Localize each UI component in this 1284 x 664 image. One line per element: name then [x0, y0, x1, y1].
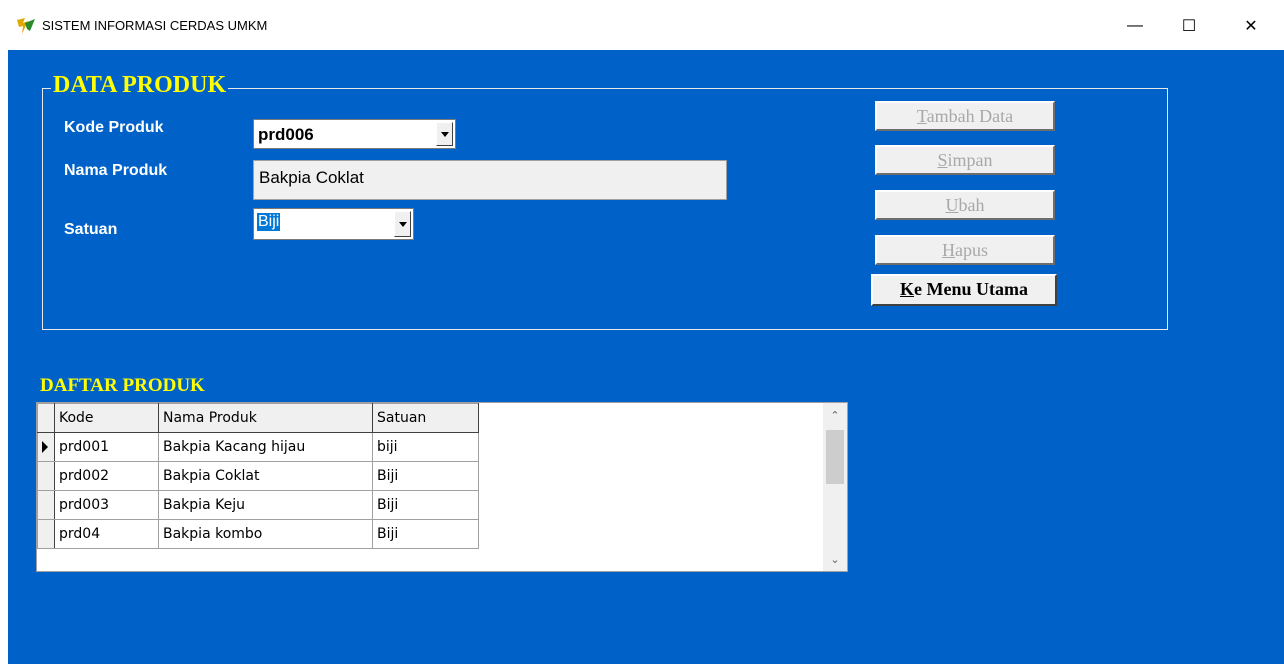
column-header-nama[interactable]: Nama Produk — [158, 403, 373, 433]
cell-satuan[interactable]: Biji — [372, 519, 479, 549]
hapus-label: apus — [955, 240, 988, 260]
simpan-button[interactable]: Simpan — [875, 145, 1055, 175]
produk-grid[interactable]: Kode Nama Produk Satuan prd001 Bakpia Ka… — [36, 402, 848, 572]
satuan-label: Satuan — [64, 221, 118, 238]
nama-produk-value: Bakpia Coklat — [259, 168, 364, 187]
row-indicator[interactable] — [37, 519, 55, 549]
scroll-thumb[interactable] — [826, 430, 844, 484]
kode-dropdown-button[interactable] — [436, 122, 453, 146]
group-title: DATA PRODUK — [51, 71, 229, 99]
maximize-button[interactable]: ☐ — [1166, 12, 1212, 40]
daftar-produk-title: DAFTAR PRODUK — [40, 375, 205, 396]
current-row-pointer-icon — [42, 441, 48, 453]
row-indicator-header — [37, 403, 55, 433]
produk-table: Kode Nama Produk Satuan prd001 Bakpia Ka… — [37, 403, 479, 549]
column-header-kode[interactable]: Kode — [54, 403, 159, 433]
ubah-label: bah — [958, 195, 985, 215]
table-row[interactable]: prd001 Bakpia Kacang hijau biji — [37, 432, 479, 462]
satuan-dropdown-button[interactable] — [394, 211, 411, 237]
kode-produk-combo[interactable]: prd006 — [253, 119, 456, 149]
cell-satuan[interactable]: Biji — [372, 490, 479, 520]
satuan-value: Biji — [257, 213, 281, 231]
chevron-down-icon — [440, 131, 449, 137]
hapus-accel: H — [942, 240, 955, 260]
row-indicator[interactable] — [37, 461, 55, 491]
cell-nama[interactable]: Bakpia Coklat — [158, 461, 373, 491]
window-title: SISTEM INFORMASI CERDAS UMKM — [42, 18, 268, 33]
ke-menu-utama-button[interactable]: Ke Menu Utama — [871, 274, 1057, 306]
ubah-accel: U — [945, 195, 959, 215]
tambah-accel: T — [916, 106, 927, 126]
cell-nama[interactable]: Bakpia Keju — [158, 490, 373, 520]
table-row[interactable]: prd002 Bakpia Coklat Biji — [37, 461, 479, 491]
table-header-row: Kode Nama Produk Satuan — [37, 403, 479, 433]
column-header-satuan[interactable]: Satuan — [372, 403, 479, 433]
menu-accel: K — [900, 279, 915, 299]
cell-satuan[interactable]: biji — [372, 432, 479, 462]
form-client-area: DATA PRODUK Kode Produk prd006 Nama Prod… — [8, 50, 1284, 664]
cell-kode[interactable]: prd04 — [54, 519, 159, 549]
hapus-button[interactable]: Hapus — [875, 235, 1055, 265]
title-bar: SISTEM INFORMASI CERDAS UMKM — ☐ ✕ — [0, 0, 1284, 50]
minimize-button[interactable]: — — [1112, 12, 1158, 40]
row-indicator[interactable] — [37, 432, 55, 462]
cell-kode[interactable]: prd002 — [54, 461, 159, 491]
tambah-label: ambah Data — [926, 106, 1014, 126]
close-button[interactable]: ✕ — [1228, 12, 1274, 40]
scroll-up-icon[interactable]: ⌃ — [823, 405, 847, 425]
simpan-label: impan — [947, 150, 993, 170]
table-row[interactable]: prd003 Bakpia Keju Biji — [37, 490, 479, 520]
cell-nama[interactable]: Bakpia Kacang hijau — [158, 432, 373, 462]
vertical-scrollbar[interactable]: ⌃ ⌄ — [823, 403, 847, 571]
data-produk-group: DATA PRODUK Kode Produk prd006 Nama Prod… — [42, 71, 1168, 330]
nama-produk-input[interactable]: Bakpia Coklat — [253, 160, 727, 200]
cell-satuan[interactable]: Biji — [372, 461, 479, 491]
row-indicator[interactable] — [37, 490, 55, 520]
ubah-button[interactable]: Ubah — [875, 190, 1055, 220]
kode-produk-value: prd006 — [258, 125, 314, 144]
cell-kode[interactable]: prd001 — [54, 432, 159, 462]
kode-produk-label: Kode Produk — [64, 119, 164, 136]
cell-kode[interactable]: prd003 — [54, 490, 159, 520]
cell-nama[interactable]: Bakpia kombo — [158, 519, 373, 549]
app-icon — [17, 18, 35, 34]
simpan-accel: S — [937, 150, 948, 170]
satuan-combo[interactable]: Biji — [253, 208, 414, 240]
tambah-data-button[interactable]: Tambah Data — [875, 101, 1055, 131]
table-row[interactable]: prd04 Bakpia kombo Biji — [37, 519, 479, 549]
scroll-down-icon[interactable]: ⌄ — [823, 549, 847, 569]
menu-label: e Menu Utama — [914, 279, 1028, 299]
chevron-down-icon — [398, 221, 407, 227]
nama-produk-label: Nama Produk — [64, 162, 168, 179]
